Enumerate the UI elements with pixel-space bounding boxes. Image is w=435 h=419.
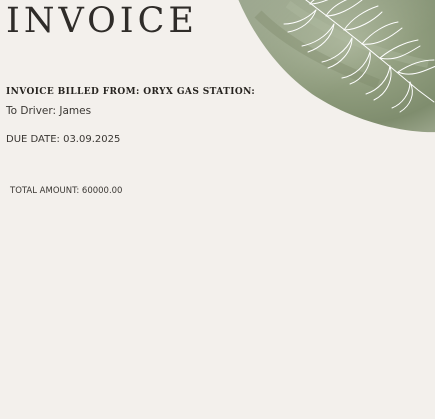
invoice-page: INVOICE INVOICE BILLED FROM: ORYX GAS ST… bbox=[0, 0, 435, 419]
invoice-title: INVOICE bbox=[6, 1, 198, 41]
to-driver-line: To Driver: James bbox=[6, 105, 92, 117]
due-date-line: DUE DATE: 03.09.2025 bbox=[6, 134, 121, 145]
total-amount-line: TOTAL AMOUNT: 60000.00 bbox=[10, 186, 123, 196]
billed-from-line: INVOICE BILLED FROM: ORYX GAS STATION: bbox=[6, 87, 256, 97]
leaf-branch-icon bbox=[238, 0, 435, 133]
